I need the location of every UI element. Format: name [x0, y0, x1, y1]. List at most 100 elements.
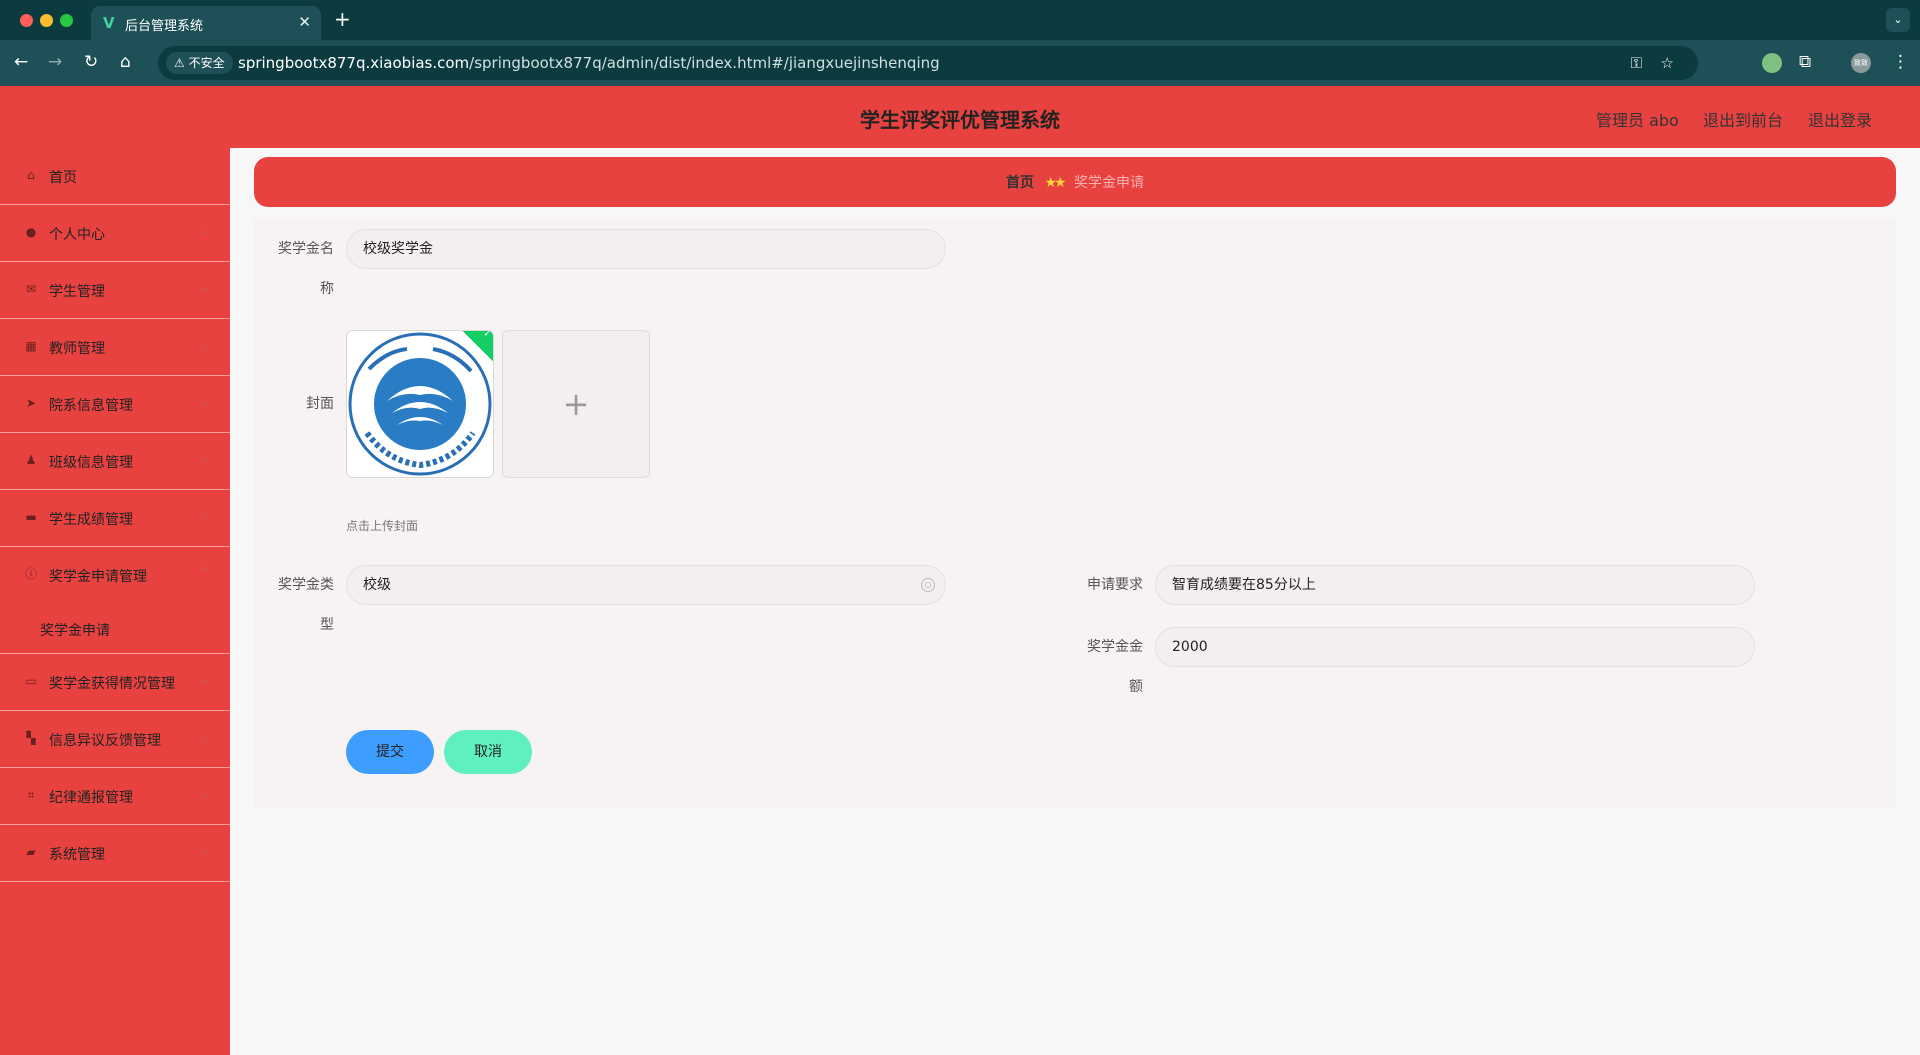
sidebar-item-grades[interactable]: ▬ 学生成绩管理 ⌄ [0, 490, 230, 547]
star-separator-icon: ★★ [1044, 175, 1066, 191]
chat-icon: ▰ [26, 845, 36, 859]
sidebar-subitem-scholarship-application[interactable]: 奖学金申请 [0, 604, 230, 654]
breadcrumb-current: 奖学金申请 [1074, 175, 1144, 191]
amount-label: 奖学金金 [1087, 639, 1143, 655]
url-host: springbootx877q.xiaobias.com [238, 54, 470, 72]
sidebar-item-label: 系统管理 [49, 847, 105, 863]
maximize-window-button[interactable] [60, 14, 73, 27]
scholarship-type-select[interactable]: 校级 ○ [346, 565, 946, 605]
sidebar-item-scholarship-awards[interactable]: ▭ 奖学金获得情况管理 ⌄ [0, 654, 230, 711]
amount-input[interactable]: 2000 [1155, 627, 1755, 667]
type-label: 奖学金类 [278, 577, 334, 593]
sidebar-item-feedback[interactable]: ▚ 信息异议反馈管理 ⌄ [0, 711, 230, 768]
user-icon: ● [25, 225, 37, 239]
sidebar-item-label: 个人中心 [49, 227, 105, 243]
minimize-window-button[interactable] [40, 14, 53, 27]
mail-icon: ✉ [25, 282, 37, 296]
type-label-wrap: 型 [320, 617, 334, 633]
sidebar: ⌂ 首页 ● 个人中心 ⌄ ✉ 学生管理 ⌄ ▦ 教师管理 ⌄ ➤ 院系信息管理… [0, 148, 230, 1055]
close-window-button[interactable] [20, 14, 33, 27]
tab-title: 后台管理系统 [125, 19, 204, 34]
insecure-badge[interactable]: ⚠ 不安全 [166, 52, 233, 74]
sidebar-item-discipline-notice[interactable]: ⌗ 纪律通报管理 ⌄ [0, 768, 230, 825]
info-icon: ⓘ [24, 567, 37, 581]
plus-icon: + [562, 385, 590, 423]
browser-address-bar: ← → ↻ ⌂ ⚠ 不安全 springbootx877q.xiaobias.c… [0, 40, 1920, 86]
name-label-wrap: 称 [320, 281, 334, 297]
sidebar-item-teacher-management[interactable]: ▦ 教师管理 ⌄ [0, 319, 230, 376]
chevron-down-icon: ⌄ [199, 223, 210, 237]
upload-hint: 点击上传封面 [346, 519, 419, 533]
submit-button[interactable]: 提交 [346, 730, 434, 774]
chevron-down-icon: ⌄ [199, 672, 210, 686]
chevron-down-icon: ⌄ [199, 843, 210, 857]
sidebar-item-department-info[interactable]: ➤ 院系信息管理 ⌄ [0, 376, 230, 433]
chart-icon: ▦ [25, 339, 37, 353]
requirement-label: 申请要求 [1087, 577, 1143, 593]
chevron-down-icon: ⌄ [199, 337, 210, 351]
chevron-down-icon: ⌄ [199, 280, 210, 294]
name-label: 奖学金名 [278, 241, 334, 257]
sidebar-item-student-management[interactable]: ✉ 学生管理 ⌄ [0, 262, 230, 319]
tab-list-icon[interactable]: ⌄ [1886, 8, 1910, 32]
admin-user-label: 管理员 abo [1596, 111, 1679, 130]
sidebar-item-label: 奖学金申请 [40, 623, 110, 639]
chevron-down-icon: ⌄ [199, 786, 210, 800]
sidebar-item-label: 院系信息管理 [49, 398, 133, 414]
browser-tab[interactable]: V 后台管理系统 ✕ [91, 6, 321, 40]
upload-add-button[interactable]: + [502, 330, 650, 478]
grid-icon: ▚ [26, 731, 36, 745]
sidebar-item-label: 纪律通报管理 [49, 790, 133, 806]
sidebar-item-label: 学生成绩管理 [49, 512, 133, 528]
vue-logo-icon: V [103, 14, 115, 32]
sidebar-item-label: 首页 [49, 170, 77, 186]
briefcase-icon: ▬ [25, 510, 37, 524]
chevron-down-icon: ⌄ [199, 451, 210, 465]
logout-link[interactable]: 退出登录 [1808, 107, 1872, 131]
cancel-button[interactable]: 取消 [444, 730, 532, 774]
scholarship-name-input[interactable]: 校级奖学金 [346, 229, 946, 269]
sidebar-item-label: 学生管理 [49, 284, 105, 300]
cover-label: 封面 [306, 396, 334, 412]
university-logo-image [348, 332, 492, 476]
extensions-puzzle-icon[interactable]: ⧉ [1799, 52, 1811, 72]
select-indicator-icon: ○ [921, 578, 935, 592]
url-field[interactable]: ⚠ 不安全 springbootx877q.xiaobias.com/sprin… [158, 46, 1698, 80]
breadcrumb: 首页 ★★ 奖学金申请 [254, 157, 1896, 207]
browser-menu-icon[interactable]: ⋮ [1892, 52, 1909, 72]
exit-to-frontend-link[interactable]: 退出到前台 [1703, 107, 1783, 131]
sidebar-item-label: 奖学金获得情况管理 [49, 676, 175, 692]
sidebar-item-class-info[interactable]: ♟ 班级信息管理 ⌄ [0, 433, 230, 490]
insecure-label: 不安全 [188, 56, 225, 70]
app-header: 学生评奖评优管理系统 管理员 abo 退出到前台 退出登录 [0, 86, 1920, 148]
back-icon[interactable]: ← [14, 52, 28, 72]
chevron-down-icon: ⌄ [199, 508, 210, 522]
person-icon: ♟ [25, 453, 37, 467]
forward-icon[interactable]: → [48, 52, 62, 72]
breadcrumb-home-link[interactable]: 首页 [1006, 175, 1034, 191]
new-tab-icon[interactable]: + [334, 7, 351, 31]
sidebar-item-label: 教师管理 [49, 341, 105, 357]
chevron-up-icon: ⌃ [199, 565, 210, 579]
reload-icon[interactable]: ↻ [84, 52, 98, 72]
sidebar-item-home[interactable]: ⌂ 首页 [0, 148, 230, 205]
chevron-down-icon: ⌄ [199, 729, 210, 743]
bookmark-star-icon[interactable]: ☆ [1661, 54, 1674, 72]
scholarship-form-card [254, 218, 1896, 808]
sidebar-item-scholarship-application-management[interactable]: ⓘ 奖学金申请管理 ⌃ [0, 547, 230, 604]
sidebar-item-personal-center[interactable]: ● 个人中心 ⌄ [0, 205, 230, 262]
sidebar-item-label: 班级信息管理 [49, 455, 133, 471]
requirement-input[interactable]: 智育成绩要在85分以上 [1155, 565, 1755, 605]
crop-icon: ⌗ [27, 788, 35, 802]
profile-avatar[interactable]: 致致 [1851, 53, 1871, 73]
extension-icon[interactable] [1762, 53, 1782, 73]
home-nav-icon[interactable]: ⌂ [120, 52, 131, 72]
key-icon[interactable]: ⚿ [1631, 54, 1642, 72]
close-tab-icon[interactable]: ✕ [298, 13, 311, 31]
home-icon: ⌂ [27, 168, 35, 182]
sidebar-item-system-management[interactable]: ▰ 系统管理 ⌄ [0, 825, 230, 882]
url-path: /springbootx877q/admin/dist/index.html#/… [469, 54, 940, 72]
cover-thumbnail[interactable]: ✓ [346, 330, 494, 478]
sidebar-item-label: 奖学金申请管理 [49, 569, 147, 585]
sidebar-item-label: 信息异议反馈管理 [49, 733, 161, 749]
